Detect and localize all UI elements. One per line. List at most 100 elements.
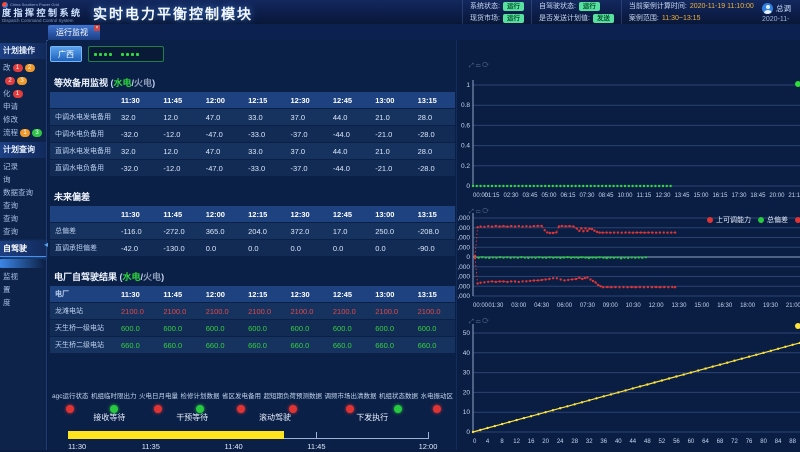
sidebar-item[interactable]: 记录 xyxy=(0,160,46,173)
table-row[interactable]: 总偏差-116.0-272.0365.0204.0372.017.0250.0-… xyxy=(50,223,455,240)
svg-text:21:15: 21:15 xyxy=(788,193,800,199)
case-time-label: 当前案例计算时间: xyxy=(629,1,687,11)
svg-text:15:00: 15:00 xyxy=(694,303,710,309)
cell-value: 37.0 xyxy=(286,143,328,160)
chart-legend xyxy=(795,323,800,329)
table-row[interactable]: 直调水电发电备用32.012.047.033.037.044.021.028.0 xyxy=(50,143,455,160)
time-column-header: 12:30 xyxy=(286,92,328,109)
table-row[interactable]: 直调水电负备用-32.0-12.0-47.0-33.0-37.0-44.0-21… xyxy=(50,160,455,177)
sidebar-section-header[interactable]: 计划操作 xyxy=(0,43,46,59)
sidebar-item[interactable]: 改12 xyxy=(0,61,46,74)
sidebar-item[interactable]: 23 xyxy=(0,74,46,87)
svg-text:-2,000: -2,000 xyxy=(457,274,470,281)
sidebar-item[interactable]: 查询 xyxy=(0,212,46,225)
sidebar-item-label: 度 xyxy=(3,297,11,308)
cell-value: 0.0 xyxy=(370,240,412,257)
user-block[interactable]: 总调 2020-11- xyxy=(762,3,800,23)
svg-text:-1,000: -1,000 xyxy=(457,264,470,271)
sidebar-item[interactable]: 流程13 xyxy=(0,126,46,139)
sidebar-item[interactable]: 数据查询 xyxy=(0,186,46,199)
cell-value: 0.0 xyxy=(243,240,285,257)
svg-text:21:00: 21:00 xyxy=(786,303,800,309)
sidebar-item[interactable]: 查询 xyxy=(0,225,46,238)
cell-value: 660.0 xyxy=(243,337,285,354)
time-column-header: 13:15 xyxy=(413,286,455,303)
sidebar-item[interactable]: 查询 xyxy=(0,199,46,212)
chart-toolbar[interactable]: ⤢▭⟳ xyxy=(469,209,491,216)
case-time-value: 2020-11-19 11:10:00 xyxy=(690,3,754,10)
cell-value: 33.0 xyxy=(243,109,285,126)
table-row[interactable]: 天生桥一级电站600.0600.0600.0600.0600.0600.0600… xyxy=(50,320,455,337)
refresh-icon[interactable]: ⟳ xyxy=(482,319,490,325)
table-corner-header xyxy=(50,206,116,223)
table-row[interactable]: 天生桥二级电站660.0660.0660.0660.0660.0660.0660… xyxy=(50,337,455,354)
user-avatar-icon xyxy=(762,3,773,14)
data-status-indicator: agc运行状态 xyxy=(52,390,88,413)
refresh-icon[interactable]: ⟳ xyxy=(482,63,490,69)
refresh-icon[interactable]: ⟳ xyxy=(482,209,490,215)
cell-value: 47.0 xyxy=(201,143,243,160)
svg-text:19:30: 19:30 xyxy=(763,303,779,309)
sidebar-item[interactable]: 监视 xyxy=(0,270,46,283)
sidebar-section-header[interactable]: 计划查询 xyxy=(0,142,46,158)
cell-value: -37.0 xyxy=(286,160,328,177)
legend-item xyxy=(795,323,800,329)
svg-text:4: 4 xyxy=(486,439,490,445)
tab-close-icon[interactable]: × xyxy=(94,25,100,31)
sidebar-item[interactable]: 化1 xyxy=(0,87,46,100)
cell-value: 600.0 xyxy=(243,320,285,337)
region-button[interactable]: 广西 xyxy=(50,46,82,62)
svg-text:16:15: 16:15 xyxy=(712,193,728,199)
svg-text:02:30: 02:30 xyxy=(503,193,519,199)
sidebar-item[interactable]: 度 xyxy=(0,296,46,309)
table-row[interactable]: 中调水电负备用-32.0-12.0-47.0-33.0-37.0-44.0-21… xyxy=(50,126,455,143)
system-status-group: 系统状态: 运行 现货市场: 运行 xyxy=(462,0,531,24)
system-status-badge: 运行 xyxy=(503,2,524,11)
expand-icon[interactable]: ⤢ xyxy=(469,209,476,215)
expand-icon[interactable]: ⤢ xyxy=(469,319,476,325)
sidebar-item[interactable]: 询 xyxy=(0,173,46,186)
phase-label: 干预等待 xyxy=(176,412,208,423)
cell-value: 660.0 xyxy=(201,337,243,354)
cell-value: -47.0 xyxy=(201,126,243,143)
autodrive-status-badge: 运行 xyxy=(579,2,600,11)
green-dot xyxy=(99,53,102,56)
notification-badge: 2 xyxy=(5,77,15,85)
sidebar-selected-item[interactable] xyxy=(0,259,44,268)
case-info-group: 当前案例计算时间: 2020-11-19 11:10:00 案例范围: 11:3… xyxy=(621,0,761,24)
sidebar-item[interactable]: 申请 xyxy=(0,100,46,113)
table-row[interactable]: 龙滩电站2100.02100.02100.02100.02100.02100.0… xyxy=(50,303,455,320)
chart-toolbar[interactable]: ⤢▭⟳ xyxy=(469,63,491,70)
svg-text:07:30: 07:30 xyxy=(580,303,596,309)
legend-dot xyxy=(707,217,713,223)
cell-value: 28.0 xyxy=(413,143,455,160)
section-title: 未来偏差 xyxy=(54,191,456,203)
svg-text:2,000: 2,000 xyxy=(457,235,470,242)
sidebar-section-header[interactable]: 自驾驶 xyxy=(0,241,46,257)
tab-operation-monitor[interactable]: 运行监视 × xyxy=(48,25,100,40)
cell-value: -21.0 xyxy=(370,160,412,177)
cell-value: 0.0 xyxy=(328,240,370,257)
cell-value: 600.0 xyxy=(116,320,158,337)
indicator-dot xyxy=(433,405,441,413)
svg-text:-4,000: -4,000 xyxy=(457,293,470,300)
sidebar-item[interactable]: 置 xyxy=(0,283,46,296)
svg-text:30: 30 xyxy=(463,370,471,377)
chart-legend: 上可调能力总偏差 xyxy=(707,215,800,225)
sidebar-item[interactable]: 修改 xyxy=(0,113,46,126)
svg-text:76: 76 xyxy=(746,439,753,445)
sidebar-item-label: 修改 xyxy=(3,114,18,125)
tab-label: 运行监视 xyxy=(56,28,88,37)
chart-toolbar[interactable]: ⤢▭⟳ xyxy=(469,319,491,326)
svg-text:16:30: 16:30 xyxy=(717,303,733,309)
cell-value: 12.0 xyxy=(158,109,200,126)
main-panel: 广西 等效备用监视 (水电/火电)11:3011:4512:0012:1512:… xyxy=(48,40,456,450)
time-column-header: 11:30 xyxy=(116,206,158,223)
expand-icon[interactable]: ⤢ xyxy=(469,63,476,69)
table-row[interactable]: 直调承担偏差-42.0-130.00.00.00.00.00.0-90.0 xyxy=(50,240,455,257)
phase-label: 滚动驾驶 xyxy=(259,412,291,423)
table-row[interactable]: 中调水电发电备用32.012.047.033.037.044.021.028.0 xyxy=(50,109,455,126)
cell-value: -90.0 xyxy=(413,240,455,257)
progress-tick xyxy=(316,432,317,439)
svg-text:72: 72 xyxy=(731,439,738,445)
